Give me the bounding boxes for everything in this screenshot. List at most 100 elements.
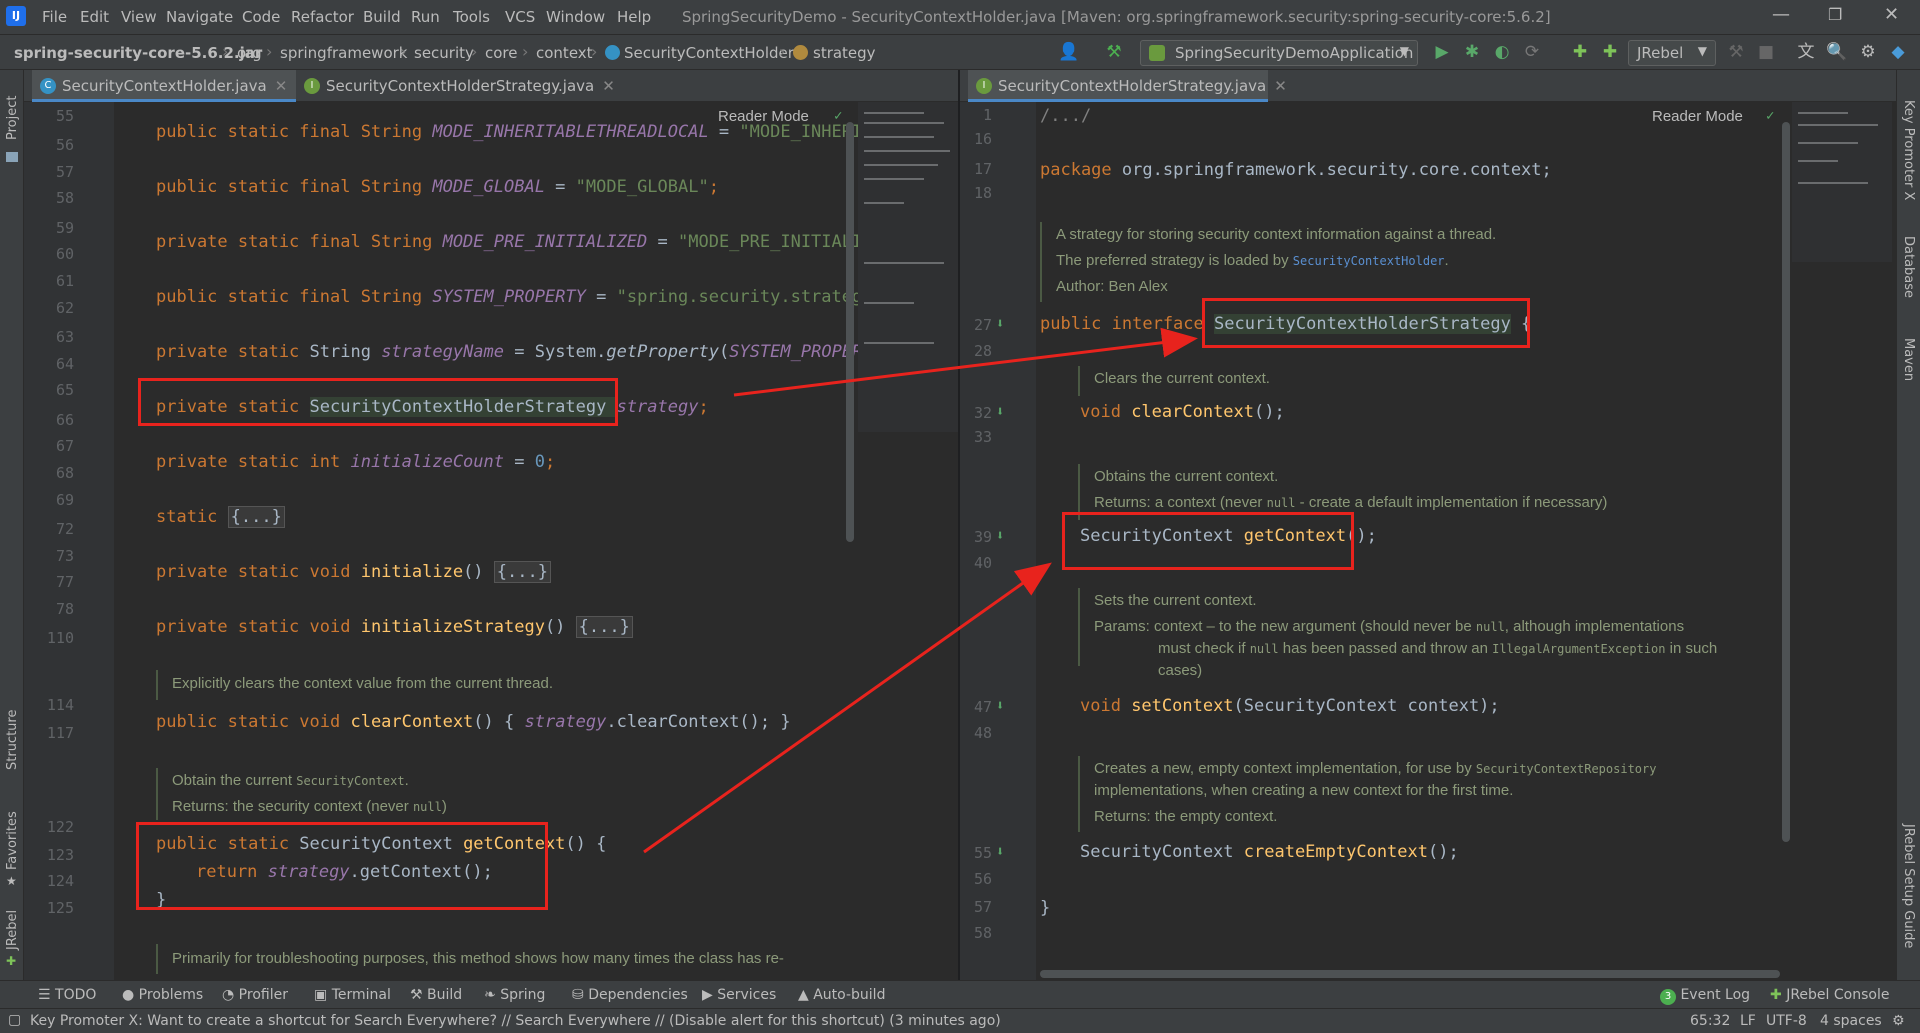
menu-run[interactable]: Run bbox=[411, 8, 440, 26]
menu-navigate[interactable]: Navigate bbox=[166, 8, 233, 26]
breadcrumb-org[interactable]: org bbox=[237, 44, 262, 62]
doc-bar bbox=[156, 768, 158, 820]
translate-icon[interactable]: 文 bbox=[1796, 42, 1816, 62]
menu-refactor[interactable]: Refactor bbox=[291, 8, 354, 26]
tool-spring[interactable]: ❧ Spring bbox=[484, 987, 545, 1003]
database-tool-tab[interactable]: Database bbox=[1901, 236, 1916, 298]
breadcrumb-class[interactable]: SecurityContextHolder bbox=[624, 44, 794, 62]
gear-icon[interactable]: ⚙ bbox=[1858, 42, 1878, 62]
tab-securitycontextholderstrategy[interactable]: I SecurityContextHolderStrategy.java ✕ bbox=[296, 70, 615, 102]
line-number: 117 bbox=[46, 724, 74, 743]
breadcrumb-springframework[interactable]: springframework bbox=[280, 44, 407, 62]
debug-icon[interactable]: ✱ bbox=[1462, 42, 1482, 62]
tool-jrebel-console[interactable]: ✚ JRebel Console bbox=[1770, 987, 1889, 1003]
stop-icon[interactable]: ■ bbox=[1756, 42, 1776, 62]
line-separator[interactable]: LF bbox=[1740, 1013, 1756, 1029]
line-number: 27 bbox=[973, 316, 992, 334]
tool-todo[interactable]: ☰ TODO bbox=[38, 987, 96, 1003]
menu-file[interactable]: File bbox=[42, 8, 67, 26]
jetbrains-icon[interactable]: ◆ bbox=[1888, 42, 1908, 62]
code-line-1[interactable]: /.../ bbox=[1040, 106, 1091, 126]
jrebel-setup-guide-tab[interactable]: JRebel Setup Guide bbox=[1901, 824, 1916, 948]
code-line-63: private static String strategyName = Sys… bbox=[156, 342, 873, 362]
breadcrumb-field[interactable]: strategy bbox=[813, 44, 876, 62]
right-horizontal-scrollbar[interactable] bbox=[1040, 970, 1780, 978]
search-icon[interactable]: 🔍 bbox=[1826, 42, 1847, 62]
folded-block[interactable]: {...} bbox=[227, 506, 285, 528]
folded-block[interactable]: {...} bbox=[493, 561, 551, 583]
key-promoter-tool-tab[interactable]: Key Promoter X bbox=[1901, 100, 1916, 200]
doc-bar bbox=[1040, 222, 1042, 302]
implemented-marker-icon[interactable]: ⬇ bbox=[996, 844, 1004, 860]
caret-position[interactable]: 65:32 bbox=[1690, 1013, 1730, 1029]
menu-edit[interactable]: Edit bbox=[80, 8, 109, 26]
structure-tool-tab[interactable]: Structure bbox=[5, 710, 20, 770]
jrebel-tool-tab[interactable]: JRebel bbox=[5, 910, 20, 950]
tool-auto-build[interactable]: ▲ Auto-build bbox=[798, 987, 885, 1003]
close-icon[interactable]: ✕ bbox=[1884, 4, 1899, 25]
implemented-marker-icon[interactable]: ⬇ bbox=[996, 404, 1004, 420]
menu-vcs[interactable]: VCS bbox=[505, 8, 535, 26]
run-icon[interactable]: ▶ bbox=[1432, 42, 1452, 62]
jrebel-run-icon[interactable]: ✚ bbox=[1570, 42, 1590, 62]
implemented-marker-icon[interactable]: ⬇ bbox=[996, 528, 1004, 544]
line-number: 58 bbox=[55, 189, 74, 208]
close-tab-icon[interactable]: ✕ bbox=[602, 77, 615, 95]
jrebel-debug-icon[interactable]: ✚ bbox=[1600, 42, 1620, 62]
right-scrollbar[interactable] bbox=[1782, 122, 1790, 842]
folded-block[interactable]: {...} bbox=[575, 616, 633, 638]
indent-setting[interactable]: 4 spaces bbox=[1820, 1013, 1882, 1029]
file-encoding[interactable]: UTF-8 bbox=[1766, 1013, 1807, 1029]
breadcrumb-security[interactable]: security bbox=[414, 44, 474, 62]
tool-profiler[interactable]: ◔ Profiler bbox=[222, 987, 288, 1003]
code-line-78: private static void initializeStrategy()… bbox=[156, 616, 633, 638]
menu-window[interactable]: Window bbox=[546, 8, 605, 26]
maven-tool-tab[interactable]: Maven bbox=[1901, 338, 1916, 381]
left-minimap[interactable] bbox=[858, 102, 958, 432]
user-icon[interactable]: 👤 bbox=[1058, 42, 1079, 62]
coverage-icon[interactable]: ◐ bbox=[1492, 42, 1512, 62]
status-message[interactable]: Key Promoter X: Want to create a shortcu… bbox=[30, 1013, 1001, 1029]
tab-securitycontextholderstrategy-right[interactable]: I SecurityContextHolderStrategy.java ✕ bbox=[968, 70, 1287, 102]
close-tab-icon[interactable]: ✕ bbox=[1274, 77, 1287, 95]
menu-tools[interactable]: Tools bbox=[453, 8, 490, 26]
menu-build[interactable]: Build bbox=[363, 8, 401, 26]
doc-strategy-author: Author: Ben Alex bbox=[1056, 278, 1168, 295]
doc-get-context-2: Returns: a context (never null - create … bbox=[1094, 494, 1608, 511]
status-bar: ▢ Key Promoter X: Want to create a short… bbox=[0, 1008, 1920, 1033]
breadcrumb-core[interactable]: core bbox=[485, 44, 518, 62]
line-number: 122 bbox=[46, 817, 74, 836]
minimize-icon[interactable]: — bbox=[1772, 4, 1790, 25]
implemented-marker-icon[interactable]: ⬇ bbox=[996, 316, 1004, 332]
menu-view[interactable]: View bbox=[121, 8, 157, 26]
jrebel-dropdown[interactable]: JRebel ▼ bbox=[1628, 40, 1716, 66]
hammer-icon[interactable]: ⚒ bbox=[1104, 42, 1124, 62]
right-code-editor[interactable]: 1 16 17 18 27 28 32 33 39 40 47 48 55 56 57 58 Reader M… bbox=[960, 102, 1896, 980]
tool-event-log[interactable]: 3 Event Log bbox=[1660, 987, 1750, 1005]
implemented-marker-icon[interactable]: ⬇ bbox=[996, 698, 1004, 714]
tool-build[interactable]: ⚒ Build bbox=[410, 987, 462, 1003]
tool-problems[interactable]: ● Problems bbox=[122, 987, 203, 1003]
right-minimap[interactable] bbox=[1792, 102, 1892, 262]
restore-icon[interactable]: ❐ bbox=[1828, 5, 1842, 24]
profile-icon[interactable]: ⟳ bbox=[1522, 42, 1542, 62]
notifications-icon[interactable]: ⚙ bbox=[1892, 1013, 1905, 1029]
tab-securitycontextholder[interactable]: C SecurityContextHolder.java ✕ bbox=[32, 70, 296, 102]
menu-code[interactable]: Code bbox=[242, 8, 280, 26]
hammer-disabled-icon[interactable]: ⚒ bbox=[1726, 42, 1746, 62]
tool-dependencies[interactable]: ⛁ Dependencies bbox=[572, 987, 688, 1003]
close-tab-icon[interactable]: ✕ bbox=[275, 77, 288, 95]
status-toggle-icon[interactable]: ▢ bbox=[8, 1012, 21, 1028]
run-configuration-select[interactable]: SpringSecurityDemoApplication ▼ bbox=[1140, 40, 1418, 66]
left-scrollbar[interactable] bbox=[846, 122, 854, 542]
profiler-icon: ◔ bbox=[222, 987, 239, 1003]
menu-help[interactable]: Help bbox=[617, 8, 651, 26]
reader-mode-toggle[interactable]: Reader Mode bbox=[1652, 108, 1743, 125]
tool-services[interactable]: ▶ Services bbox=[702, 987, 776, 1003]
breadcrumb-context[interactable]: context bbox=[536, 44, 593, 62]
code-line-67: private static int initializeCount = 0; bbox=[156, 452, 556, 472]
left-code-editor[interactable]: 5455 56 57 58 59 60 61 62 63 64 65 66 67 68 69 72 73 77 78… bbox=[24, 102, 958, 980]
tool-terminal[interactable]: ▣ Terminal bbox=[314, 987, 391, 1003]
project-tool-tab[interactable]: Project bbox=[5, 96, 20, 140]
favorites-tool-tab[interactable]: Favorites bbox=[5, 811, 20, 870]
